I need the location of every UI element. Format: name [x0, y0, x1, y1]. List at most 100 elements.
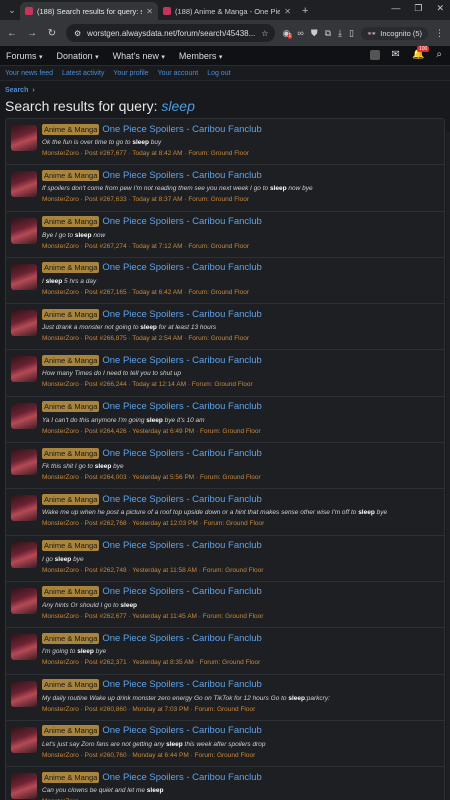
forum-link[interactable]: Forum: Ground Floor: [200, 474, 261, 481]
result-snippet[interactable]: If spoilers don't come from pew I'm not …: [42, 185, 444, 194]
thread-title-link[interactable]: One Piece Spoilers - Caribou Fanclub: [102, 540, 261, 551]
thread-title-link[interactable]: One Piece Spoilers - Caribou Fanclub: [102, 309, 261, 320]
post-number-link[interactable]: Post #267,274: [85, 243, 127, 250]
author-link[interactable]: MonsterZoro: [42, 474, 79, 481]
search-result-item[interactable]: Anime & Manga One Piece Spoilers - Caribo…: [6, 582, 444, 629]
search-result-item[interactable]: Anime & Manga One Piece Spoilers - Caribo…: [6, 165, 444, 212]
post-number-link[interactable]: Post #266,875: [85, 335, 127, 342]
forum-link[interactable]: Forum: Ground Floor: [200, 659, 261, 666]
search-result-item[interactable]: Anime & Manga One Piece Spoilers - Caribo…: [6, 675, 444, 721]
search-query[interactable]: sleep: [161, 98, 194, 114]
nav-whats-new[interactable]: What's new ▾: [113, 51, 165, 61]
thread-title-link[interactable]: One Piece Spoilers - Caribou Fanclub: [102, 679, 261, 690]
result-snippet[interactable]: Ya I can't do this anymore I'm going sle…: [42, 417, 444, 426]
author-link[interactable]: MonsterZoro: [42, 289, 79, 296]
breadcrumb-search[interactable]: Search: [5, 87, 28, 94]
post-number-link[interactable]: Post #262,371: [85, 659, 127, 666]
result-snippet[interactable]: Wake me up when he post a picture of a r…: [42, 509, 444, 518]
search-result-item[interactable]: Anime & Manga One Piece Spoilers - Caribo…: [6, 536, 444, 582]
search-result-item[interactable]: Anime & Manga One Piece Spoilers - Caribo…: [6, 767, 444, 800]
browser-tab[interactable]: (188) Anime & Manga - One Piece ✕: [158, 2, 296, 20]
forum-link[interactable]: Forum: Ground Floor: [200, 428, 261, 435]
thread-title-link[interactable]: One Piece Spoilers - Caribou Fanclub: [102, 448, 261, 459]
maximize-icon[interactable]: ❐: [414, 3, 422, 14]
author-link[interactable]: MonsterZoro: [42, 613, 79, 620]
extension-shield-icon[interactable]: ⛊: [311, 28, 318, 39]
scrollbar[interactable]: [446, 132, 450, 800]
nav-forums[interactable]: Forums ▾: [6, 51, 43, 61]
site-info-icon[interactable]: ⚙: [74, 29, 81, 38]
menu-icon[interactable]: ⋮: [435, 28, 444, 39]
forward-icon[interactable]: →: [26, 28, 38, 39]
post-number-link[interactable]: Post #262,768: [85, 520, 127, 527]
search-result-item[interactable]: Anime & Manga One Piece Spoilers - Caribo…: [6, 212, 444, 258]
result-snippet[interactable]: Bye I go to sleep now: [42, 232, 444, 241]
thread-title-link[interactable]: One Piece Spoilers - Caribou Fanclub: [102, 170, 261, 181]
post-number-link[interactable]: Post #262,677: [85, 613, 127, 620]
search-result-item[interactable]: Anime & Manga One Piece Spoilers - Caribo…: [6, 119, 444, 166]
url-field[interactable]: ⚙ worstgen.alwaysdata.net/forum/search/4…: [66, 24, 275, 42]
subnav-latest-activity[interactable]: Latest activity: [62, 70, 104, 77]
forum-link[interactable]: Forum: Ground Floor: [188, 335, 249, 342]
close-window-icon[interactable]: ✕: [436, 3, 444, 14]
search-result-item[interactable]: Anime & Manga One Piece Spoilers - Caribo…: [6, 628, 444, 675]
thread-title-link[interactable]: One Piece Spoilers - Caribou Fanclub: [102, 494, 261, 505]
post-number-link[interactable]: Post #262,748: [85, 567, 127, 574]
post-number-link[interactable]: Post #264,426: [85, 428, 127, 435]
subnav-news-feed[interactable]: Your news feed: [5, 70, 53, 77]
avatar[interactable]: [11, 449, 37, 476]
author-link[interactable]: MonsterZoro: [42, 706, 79, 713]
avatar[interactable]: [11, 773, 37, 800]
post-number-link[interactable]: Post #267,165: [85, 289, 127, 296]
back-icon[interactable]: ←: [6, 28, 18, 39]
incognito-indicator[interactable]: 👓 Incognito (5): [360, 26, 428, 40]
forum-link[interactable]: Forum: Ground Floor: [203, 567, 264, 574]
author-link[interactable]: MonsterZoro: [42, 752, 79, 759]
extension-icon[interactable]: ◉ 1: [283, 28, 293, 39]
post-number-link[interactable]: Post #264,003: [85, 474, 127, 481]
forum-link[interactable]: Forum: Ground Floor: [188, 243, 249, 250]
result-snippet[interactable]: I sleep 5 hrs a day: [42, 278, 444, 287]
search-result-item[interactable]: Anime & Manga One Piece Spoilers - Caribo…: [6, 397, 444, 444]
sidebar-icon[interactable]: ▯: [349, 28, 354, 39]
user-avatar[interactable]: [369, 49, 380, 60]
nav-donation[interactable]: Donation ▾: [57, 51, 99, 61]
result-snippet[interactable]: I go sleep bye: [42, 556, 444, 565]
author-link[interactable]: MonsterZoro: [42, 196, 79, 203]
thread-title-link[interactable]: One Piece Spoilers - Caribou Fanclub: [102, 586, 261, 597]
thread-title-link[interactable]: One Piece Spoilers - Caribou Fanclub: [102, 772, 261, 783]
avatar[interactable]: [11, 402, 37, 429]
result-snippet[interactable]: Let's just say Zoro fans are not getting…: [42, 741, 444, 750]
author-link[interactable]: MonsterZoro: [42, 659, 79, 666]
thread-title-link[interactable]: One Piece Spoilers - Caribou Fanclub: [102, 401, 261, 412]
avatar[interactable]: [11, 310, 37, 337]
reload-icon[interactable]: ↻: [46, 28, 58, 39]
post-number-link[interactable]: Post #267,633: [85, 196, 127, 203]
new-tab-icon[interactable]: +: [302, 5, 308, 17]
result-snippet[interactable]: Can you clowns be quiet and let me sleep: [42, 787, 444, 796]
forum-link[interactable]: Forum: Ground Floor: [195, 706, 256, 713]
avatar[interactable]: [11, 495, 37, 522]
bookmark-star-icon[interactable]: ☆: [261, 29, 268, 38]
search-result-item[interactable]: Anime & Manga One Piece Spoilers - Caribo…: [6, 258, 444, 305]
subnav-your-profile[interactable]: Your profile: [113, 70, 148, 77]
avatar[interactable]: [11, 680, 37, 707]
result-snippet[interactable]: Just drank a monster not going to sleep …: [42, 324, 444, 333]
minimize-icon[interactable]: —: [391, 3, 400, 14]
browser-tab-active[interactable]: (188) Search results for query: sleep ✕: [20, 2, 158, 20]
search-result-item[interactable]: Anime & Manga One Piece Spoilers - Caribo…: [6, 443, 444, 490]
author-link[interactable]: MonsterZoro: [42, 381, 79, 388]
result-snippet[interactable]: Fk this shit I go to sleep bye: [42, 463, 444, 472]
author-link[interactable]: MonsterZoro: [42, 150, 79, 157]
search-result-item[interactable]: Anime & Manga One Piece Spoilers - Caribo…: [6, 304, 444, 351]
close-icon[interactable]: ✕: [284, 7, 291, 16]
post-number-link[interactable]: Post #260,860: [85, 706, 127, 713]
avatar[interactable]: [11, 263, 37, 290]
forum-link[interactable]: Forum: Ground Floor: [188, 289, 249, 296]
search-icon[interactable]: ⌕: [436, 49, 442, 60]
avatar[interactable]: [11, 587, 37, 614]
thread-title-link[interactable]: One Piece Spoilers - Caribou Fanclub: [102, 262, 261, 273]
search-result-item[interactable]: Anime & Manga One Piece Spoilers - Caribo…: [6, 721, 444, 768]
thread-title-link[interactable]: One Piece Spoilers - Caribou Fanclub: [102, 355, 261, 366]
alerts-icon[interactable]: 🔔 100: [412, 46, 430, 60]
